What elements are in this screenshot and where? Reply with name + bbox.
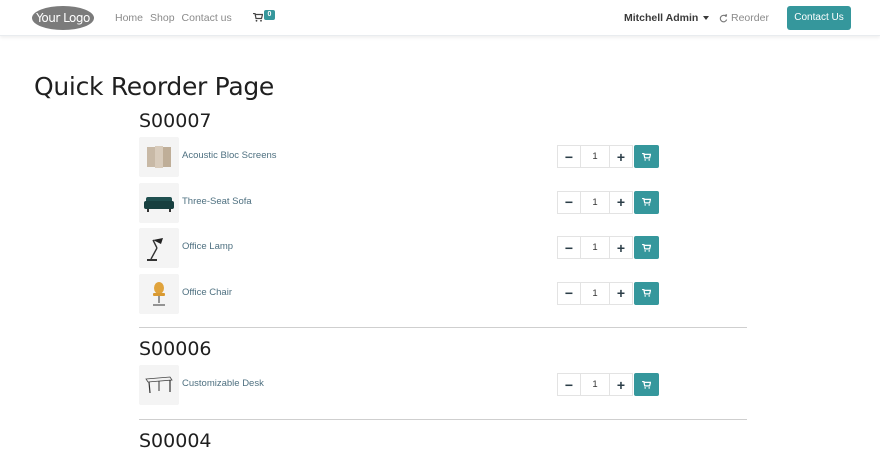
quantity-input[interactable]: 1 [581,145,609,168]
quantity-input[interactable]: 1 [581,373,609,396]
quantity-stepper: − 1 + [557,281,659,305]
chair-image-icon [153,281,165,306]
caret-down-icon [703,16,710,20]
product-image[interactable] [139,273,179,314]
nav-shop[interactable]: Shop [150,12,175,24]
order-line: Three-Seat Sofa − 1 + [139,182,747,224]
cart-icon [642,380,651,389]
cart-icon [642,289,651,297]
screens-image-icon [147,146,171,168]
desk-image-icon [145,376,173,394]
sofa-image-icon [144,196,174,212]
increase-quantity-button[interactable]: + [609,236,633,259]
order-line: Office Lamp − 1 + [139,227,747,269]
main-nav: Home Shop Contact us [115,0,232,36]
increase-quantity-button[interactable]: + [609,145,633,168]
nav-contact-us[interactable]: Contact us [182,12,232,24]
increase-quantity-button[interactable]: + [609,373,633,396]
product-name[interactable]: Three-Seat Sofa [182,196,252,207]
product-image[interactable] [139,365,179,405]
add-to-cart-button[interactable] [634,236,659,259]
order-title: S00007 [139,110,212,132]
reorder-link[interactable]: Reorder [719,0,769,36]
quantity-input[interactable]: 1 [581,190,609,214]
quantity-stepper: − 1 + [557,190,659,214]
product-name[interactable]: Acoustic Bloc Screens [182,150,277,161]
product-image[interactable] [139,228,179,268]
order-block: S00006 Customizable Desk − 1 + [139,336,747,420]
cart-icon [642,152,651,161]
user-menu[interactable]: Mitchell Admin [624,0,710,36]
quantity-input[interactable]: 1 [581,281,609,305]
quantity-stepper: − 1 + [557,236,659,259]
top-navbar: Your Logo Home Shop Contact us 0 Mitchel… [0,0,880,36]
contact-us-button[interactable]: Contact Us [787,6,851,30]
company-logo[interactable]: Your Logo [32,6,94,30]
add-to-cart-button[interactable] [634,190,659,214]
product-image[interactable] [139,182,179,223]
increase-quantity-button[interactable]: + [609,190,633,214]
add-to-cart-button[interactable] [634,373,659,396]
cart-icon [642,243,651,252]
decrease-quantity-button[interactable]: − [557,145,581,168]
add-to-cart-button[interactable] [634,145,659,168]
order-block: S00004 [139,428,747,465]
product-name[interactable]: Office Chair [182,287,232,298]
nav-home[interactable]: Home [115,12,143,24]
add-to-cart-button[interactable] [634,281,659,305]
refresh-icon [719,13,728,22]
cart-button[interactable]: 0 [253,10,277,26]
reorder-label: Reorder [731,12,769,24]
decrease-quantity-button[interactable]: − [557,281,581,305]
shopping-cart-icon [253,13,263,22]
quantity-input[interactable]: 1 [581,236,609,259]
decrease-quantity-button[interactable]: − [557,373,581,396]
product-image[interactable] [139,137,179,177]
orders-list: S00007 Acoustic Bloc Screens − 1 + Three… [139,108,747,473]
logo-text: Your Logo [36,11,90,25]
page-title: Quick Reorder Page [34,72,274,101]
user-name: Mitchell Admin [624,12,699,24]
quantity-stepper: − 1 + [557,373,659,396]
order-line: Office Chair − 1 + [139,273,747,315]
decrease-quantity-button[interactable]: − [557,190,581,214]
decrease-quantity-button[interactable]: − [557,236,581,259]
lamp-image-icon [147,238,163,261]
order-line: Customizable Desk − 1 + [139,364,747,406]
product-name[interactable]: Office Lamp [182,241,233,252]
cart-count-badge: 0 [264,10,275,20]
quantity-stepper: − 1 + [557,145,659,168]
order-title: S00004 [139,429,212,452]
order-line: Acoustic Bloc Screens − 1 + [139,136,747,178]
product-name[interactable]: Customizable Desk [182,378,264,389]
order-title: S00006 [139,338,212,360]
increase-quantity-button[interactable]: + [609,281,633,305]
order-block: S00007 Acoustic Bloc Screens − 1 + Three… [139,108,747,328]
cart-icon [642,198,651,206]
